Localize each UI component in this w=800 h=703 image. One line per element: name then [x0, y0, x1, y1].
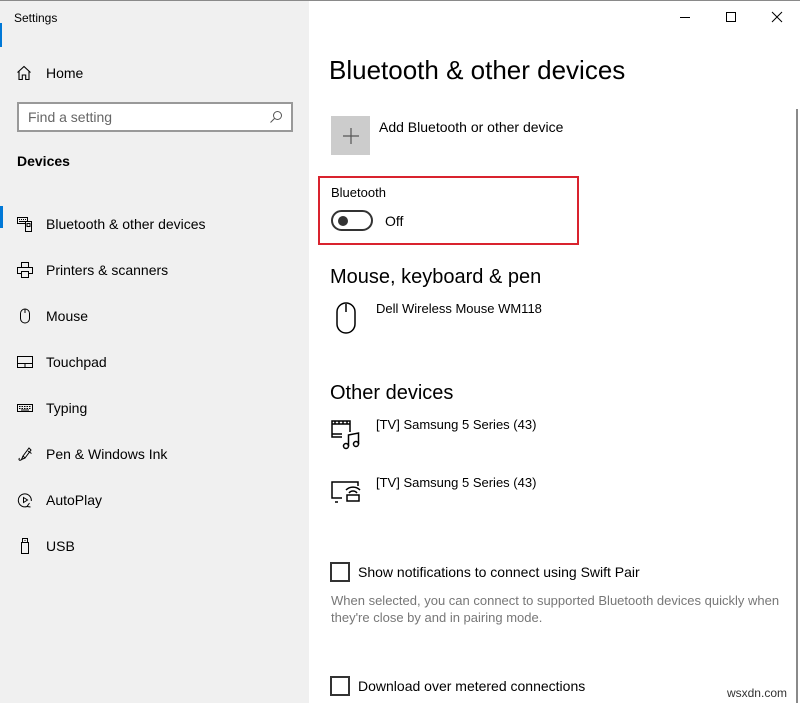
watermark: wsxdn.com: [726, 686, 787, 700]
device-item[interactable]: Dell Wireless Mouse WM118: [330, 301, 542, 336]
home-label: Home: [46, 65, 84, 81]
mouse-icon: [330, 302, 362, 336]
add-device-button[interactable]: Add Bluetooth or other device: [331, 116, 563, 155]
autoplay-icon: [17, 492, 33, 508]
close-icon: [771, 11, 783, 23]
device-name: Dell Wireless Mouse WM118: [376, 301, 542, 316]
usb-icon: [17, 538, 33, 554]
sidebar-nav: Bluetooth & other devices Printers & sca…: [0, 201, 309, 569]
close-button[interactable]: [754, 1, 800, 33]
sidebar-item-mouse[interactable]: Mouse: [0, 293, 309, 339]
minimize-button[interactable]: [662, 1, 708, 33]
search-icon[interactable]: [269, 110, 283, 124]
pen-icon: [17, 446, 33, 462]
page-title: Bluetooth & other devices: [329, 55, 626, 85]
sidebar-item-touchpad[interactable]: Touchpad: [0, 339, 309, 385]
sidebar-item-label: Typing: [46, 400, 88, 416]
swift-pair-description: When selected, you can connect to suppor…: [331, 593, 780, 625]
mouse-section-title: Mouse, keyboard & pen: [330, 266, 542, 288]
sidebar-item-usb[interactable]: USB: [0, 523, 309, 569]
bluetooth-label: Bluetooth: [331, 185, 386, 200]
add-device-label: Add Bluetooth or other device: [379, 119, 564, 135]
sidebar-item-label: Bluetooth & other devices: [46, 216, 206, 232]
device-name: [TV] Samsung 5 Series (43): [376, 417, 537, 432]
home-icon: [16, 65, 32, 81]
device-name: [TV] Samsung 5 Series (43): [376, 475, 537, 490]
metered-checkbox[interactable]: [330, 676, 350, 696]
sidebar-item-label: Touchpad: [46, 354, 107, 370]
sidebar-item-pen[interactable]: Pen & Windows Ink: [0, 431, 309, 477]
maximize-icon: [726, 12, 736, 22]
swift-pair-label: Show notifications to connect using Swif…: [358, 564, 640, 580]
maximize-button[interactable]: [708, 1, 754, 33]
sidebar-item-typing[interactable]: Typing: [0, 385, 309, 431]
sidebar-item-label: AutoPlay: [46, 492, 103, 508]
device-item[interactable]: [TV] Samsung 5 Series (43): [330, 417, 537, 452]
sidebar-item-label: Mouse: [46, 308, 89, 324]
bluetooth-state: Off: [385, 213, 404, 229]
cast-display-icon: [330, 476, 362, 510]
home-link[interactable]: Home: [16, 62, 83, 84]
settings-window: Settings Home Devices: [0, 0, 800, 703]
other-section-title: Other devices: [330, 382, 454, 404]
sidebar-item-label: USB: [46, 538, 75, 554]
window-controls: [662, 1, 800, 33]
main-content: Bluetooth & other devices Add Bluetooth …: [309, 1, 800, 703]
device-item[interactable]: [TV] Samsung 5 Series (43): [330, 475, 537, 510]
section-title: Devices: [17, 153, 70, 169]
sidebar-item-autoplay[interactable]: AutoPlay: [0, 477, 309, 523]
scrollbar[interactable]: [796, 109, 798, 703]
mouse-icon: [17, 308, 33, 324]
search-input[interactable]: [28, 109, 269, 125]
bluetooth-toggle[interactable]: [331, 210, 373, 231]
sidebar-item-label: Printers & scanners: [46, 262, 169, 278]
sidebar-item-bluetooth[interactable]: Bluetooth & other devices: [0, 201, 309, 247]
touchpad-icon: [17, 354, 33, 370]
sidebar: Settings Home Devices: [0, 1, 309, 703]
app-title: Settings: [14, 11, 58, 25]
bluetooth-devices-icon: [17, 216, 33, 232]
swift-pair-checkbox[interactable]: [330, 562, 350, 582]
minimize-icon: [680, 17, 690, 18]
sidebar-item-label: Pen & Windows Ink: [46, 446, 168, 462]
keyboard-icon: [17, 400, 33, 416]
window-accent-bar: [0, 23, 2, 47]
plus-icon: [331, 116, 370, 155]
sidebar-item-printers[interactable]: Printers & scanners: [0, 247, 309, 293]
swift-pair-option[interactable]: Show notifications to connect using Swif…: [330, 562, 640, 582]
search-box[interactable]: [17, 102, 293, 132]
metered-label: Download over metered connections: [358, 678, 586, 694]
media-device-icon: [330, 418, 362, 452]
metered-option[interactable]: Download over metered connections: [330, 676, 585, 696]
toggle-knob: [338, 216, 348, 226]
printer-icon: [17, 262, 33, 278]
